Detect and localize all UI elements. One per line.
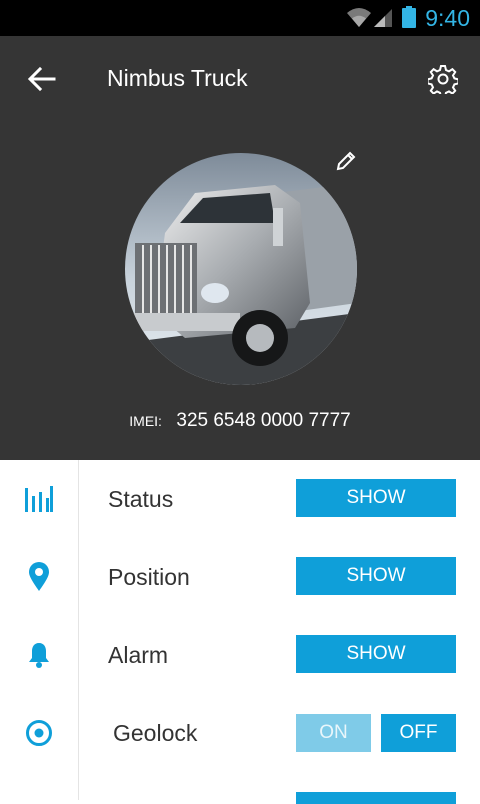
imei-value: 325 6548 0000 7777	[176, 410, 351, 431]
geolock-off-button[interactable]: OFF	[381, 714, 456, 752]
status-time: 9:40	[425, 5, 470, 31]
vehicle-actions-list: Status SHOW Position SHOW Alarm SHOW Geo…	[0, 460, 480, 804]
alarm-label: Alarm	[108, 641, 169, 668]
vehicle-header: Nimbus Truck IMEI: 325 6548 0000 7777	[0, 36, 480, 460]
geolock-label: Geolock	[113, 719, 198, 746]
partial-row-button[interactable]	[296, 792, 456, 804]
vehicle-avatar	[125, 153, 357, 385]
signal-icon	[374, 9, 392, 27]
location-pin-icon	[29, 562, 49, 591]
status-label: Status	[108, 485, 174, 512]
wifi-icon	[347, 8, 371, 27]
show-status-button[interactable]: SHOW	[296, 479, 456, 517]
battery-icon	[402, 6, 416, 28]
page-title: Nimbus Truck	[107, 65, 248, 91]
imei-line: IMEI: 325 6548 0000 7777	[0, 410, 480, 432]
imei-label: IMEI:	[129, 413, 162, 429]
edit-pencil-icon[interactable]	[335, 150, 357, 172]
geolock-icon-cell	[0, 694, 79, 772]
gear-icon[interactable]	[428, 64, 458, 94]
target-icon	[26, 720, 52, 746]
bell-icon	[29, 643, 49, 668]
status-icon-cell	[0, 460, 79, 538]
alarm-icon-cell	[0, 616, 79, 694]
position-icon-cell	[0, 538, 79, 616]
show-position-button[interactable]: SHOW	[296, 557, 456, 595]
list-item-status: Status SHOW	[0, 460, 480, 539]
back-arrow-icon[interactable]	[26, 64, 58, 94]
position-label: Position	[108, 563, 190, 590]
geolock-on-button[interactable]: ON	[296, 714, 371, 752]
bar-chart-icon	[25, 486, 53, 512]
show-alarm-button[interactable]: SHOW	[296, 635, 456, 673]
status-bar: 9:40	[0, 0, 480, 36]
partial-icon-cell	[0, 772, 79, 800]
list-item-partial	[0, 772, 480, 804]
list-item-position: Position SHOW	[0, 538, 480, 617]
list-item-geolock: Geolock ON OFF	[0, 694, 480, 773]
list-item-alarm: Alarm SHOW	[0, 616, 480, 695]
